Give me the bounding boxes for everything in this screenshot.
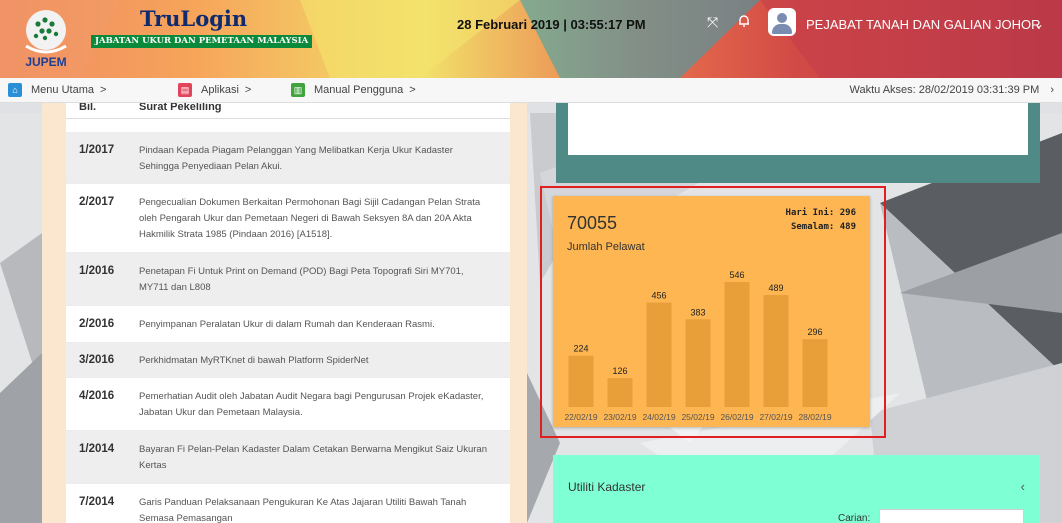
search-label: Carian: bbox=[838, 513, 871, 523]
chart-x-tick-label: 25/02/19 bbox=[681, 412, 714, 422]
book-icon: ▥ bbox=[291, 83, 305, 97]
chart-x-tick-label: 24/02/19 bbox=[642, 412, 675, 422]
circular-title[interactable]: Bayaran Fi Pelan-Pelan Kadaster Dalam Ce… bbox=[139, 442, 494, 474]
chart-x-tick-label: 28/02/19 bbox=[798, 412, 831, 422]
table-row[interactable]: 7/2014 Garis Panduan Pelaksanaan Penguku… bbox=[66, 484, 510, 523]
table-row[interactable]: 4/2016 Pemerhatian Audit oleh Jabatan Au… bbox=[66, 378, 510, 431]
chart-x-tick-label: 27/02/19 bbox=[759, 412, 792, 422]
circulars-panel: Bil. Surat Pekeliling 1/2017 Pindaan Kep… bbox=[42, 103, 527, 523]
chart-value-label: 126 bbox=[612, 366, 627, 376]
office-name[interactable]: PEJABAT TANAH DAN GALIAN JOHOR bbox=[806, 17, 1041, 32]
circular-title[interactable]: Penetapan Fi Untuk Print on Demand (POD)… bbox=[139, 264, 494, 296]
circular-no: 2/2017 bbox=[79, 196, 115, 208]
circular-title[interactable]: Perkhidmatan MyRTKnet di bawah Platform … bbox=[139, 353, 494, 369]
chart-bar bbox=[724, 282, 750, 407]
chart-value-label: 456 bbox=[651, 291, 666, 301]
circular-no: 1/2017 bbox=[79, 144, 115, 156]
table-row[interactable]: 1/2014 Bayaran Fi Pelan-Pelan Kadaster D… bbox=[66, 431, 510, 484]
breadcrumb-nav: ⌂ Menu Utama > ▤ Aplikasi > ▥ Manual Pen… bbox=[0, 78, 1062, 103]
panel-title: Utiliti Kadaster bbox=[568, 480, 646, 494]
chart-bar bbox=[802, 339, 828, 407]
circular-no: 1/2014 bbox=[79, 443, 115, 455]
app-icon: ▤ bbox=[178, 83, 192, 97]
chart-bar bbox=[646, 302, 672, 407]
jupem-logo: JUPEM bbox=[18, 6, 74, 72]
circulars-table: Bil. Surat Pekeliling 1/2017 Pindaan Kep… bbox=[66, 103, 510, 523]
app-header: JUPEM TruLogin JABATAN UKUR DAN PEMETAAN… bbox=[0, 0, 1062, 78]
nav-menu-utama[interactable]: ⌂ Menu Utama > bbox=[8, 83, 106, 97]
circular-title[interactable]: Pemerhatian Audit oleh Jabatan Audit Neg… bbox=[139, 389, 494, 421]
nav-separator: > bbox=[99, 84, 107, 96]
nav-label: Aplikasi bbox=[201, 84, 239, 96]
chart-bar bbox=[763, 295, 789, 407]
chart-value-label: 383 bbox=[690, 307, 705, 317]
bell-icon[interactable] bbox=[737, 14, 751, 31]
nav-label: Menu Utama bbox=[31, 84, 94, 96]
chart-value-label: 489 bbox=[768, 283, 783, 293]
chart-bar bbox=[607, 378, 633, 407]
top-panel-content bbox=[568, 103, 1028, 155]
circular-title[interactable]: Penyimpanan Peralatan Ukur di dalam Ruma… bbox=[139, 317, 494, 333]
circular-title[interactable]: Garis Panduan Pelaksanaan Pengukuran Ke … bbox=[139, 495, 494, 523]
chart-value-label: 546 bbox=[729, 270, 744, 280]
chart-bar bbox=[568, 355, 594, 407]
visitor-stats-card: 70055 Jumlah Pelawat Hari Ini: 296 Semal… bbox=[553, 196, 870, 427]
col-header-title: Surat Pekeliling bbox=[139, 103, 222, 113]
nav-label: Manual Pengguna bbox=[314, 84, 404, 96]
chevron-right-icon[interactable]: › bbox=[1050, 84, 1054, 96]
access-time: Waktu Akses: 28/02/2019 03:31:39 PM › bbox=[849, 84, 1054, 96]
circular-no: 4/2016 bbox=[79, 390, 115, 402]
table-row[interactable]: 3/2016 Perkhidmatan MyRTKnet di bawah Pl… bbox=[66, 343, 510, 378]
circular-no: 1/2016 bbox=[79, 265, 115, 277]
circular-title[interactable]: Pindaan Kepada Piagam Pelanggan Yang Mel… bbox=[139, 143, 494, 175]
app-title: TruLogin bbox=[140, 6, 248, 31]
table-row[interactable]: 1/2016 Penetapan Fi Untuk Print on Deman… bbox=[66, 253, 510, 306]
nav-aplikasi[interactable]: ▤ Aplikasi > bbox=[178, 83, 251, 97]
table-row[interactable]: 1/2017 Pindaan Kepada Piagam Pelanggan Y… bbox=[66, 132, 510, 184]
chart-x-tick-label: 26/02/19 bbox=[720, 412, 753, 422]
chart-x-tick-label: 22/02/19 bbox=[564, 412, 597, 422]
collapse-chevron-icon[interactable]: ‹ bbox=[1021, 479, 1025, 494]
logo-text: JUPEM bbox=[25, 55, 66, 69]
access-time-text: Waktu Akses: 28/02/2019 03:31:39 PM bbox=[849, 84, 1040, 96]
table-row[interactable]: 2/2016 Penyimpanan Peralatan Ukur di dal… bbox=[66, 306, 510, 343]
chevron-down-icon[interactable]: ⌄ bbox=[1034, 17, 1044, 31]
top-panel bbox=[556, 103, 1040, 183]
nav-manual-pengguna[interactable]: ▥ Manual Pengguna > bbox=[291, 83, 416, 97]
chart-x-tick-label: 23/02/19 bbox=[603, 412, 636, 422]
table-header: Bil. Surat Pekeliling bbox=[66, 103, 510, 119]
circular-title[interactable]: Pengecualian Dokumen Berkaitan Permohona… bbox=[139, 195, 494, 243]
app-subtitle: JABATAN UKUR DAN PEMETAAN MALAYSIA bbox=[91, 35, 313, 48]
chart-value-label: 224 bbox=[573, 344, 588, 354]
current-datetime: 28 Februari 2019 | 03:55:17 PM bbox=[457, 17, 646, 32]
user-avatar-icon[interactable] bbox=[768, 8, 796, 36]
col-header-no: Bil. bbox=[79, 103, 97, 113]
visitor-bar-chart: 224 22/02/19 126 23/02/19 456 24/02/19 383 25/0… bbox=[564, 270, 831, 422]
circular-no: 3/2016 bbox=[79, 354, 115, 366]
search-input[interactable] bbox=[879, 509, 1024, 523]
home-icon: ⌂ bbox=[8, 83, 22, 97]
chart-value-label: 296 bbox=[807, 327, 822, 337]
nav-separator: > bbox=[409, 84, 416, 96]
nav-separator: > bbox=[244, 84, 252, 96]
chart-bar bbox=[685, 319, 711, 407]
fullscreen-icon[interactable]: ⤧ bbox=[707, 14, 718, 31]
circular-no: 7/2014 bbox=[79, 496, 115, 508]
table-row[interactable]: 2/2017 Pengecualian Dokumen Berkaitan Pe… bbox=[66, 184, 510, 253]
utiliti-kadaster-panel: Utiliti Kadaster ‹ Carian: bbox=[553, 455, 1040, 523]
circular-no: 2/2016 bbox=[79, 318, 115, 330]
